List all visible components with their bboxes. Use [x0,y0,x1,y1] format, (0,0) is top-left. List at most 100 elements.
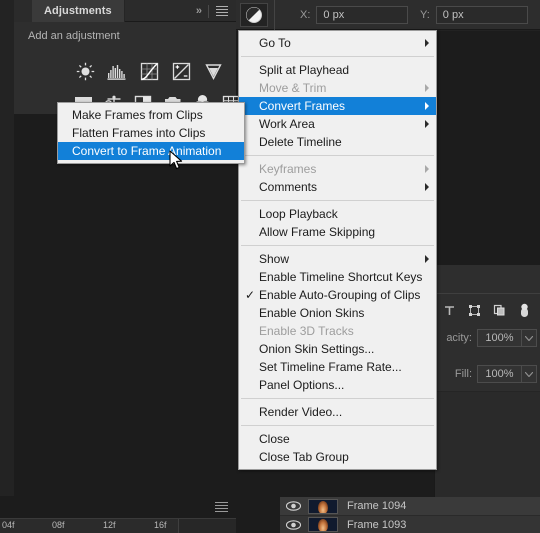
ruler-tick: 04f [2,520,15,530]
brightness-contrast-icon[interactable] [74,60,96,82]
fill-input[interactable]: 100% [477,365,521,383]
menu-item-delete-timeline[interactable]: Delete Timeline [239,133,436,151]
menu-item-label: Go To [259,36,291,50]
timeline-ruler[interactable]: 04f 08f 12f 16f [0,518,236,533]
menu-item-go-to[interactable]: Go To [239,34,436,52]
table-row[interactable]: Frame 1093 [280,515,540,533]
menu-item-label: Close [259,432,290,446]
fill-row: Fill: 100% [435,363,540,385]
table-row[interactable]: Frame 1094 [280,497,540,515]
menu-item-label: Delete Timeline [259,135,342,149]
lock-artboard-icon[interactable] [491,302,507,318]
submenu-arrow-icon [425,255,429,263]
menu-item-work-area[interactable]: Work Area [239,115,436,133]
submenu-arrow-icon [425,120,429,128]
menu-item-onion-skin-settings[interactable]: Onion Skin Settings... [239,340,436,358]
vibrance-icon[interactable] [202,60,224,82]
menu-item-allow-frame-skipping[interactable]: Allow Frame Skipping [239,223,436,241]
adjustments-body: Add an adjustment [14,22,240,496]
curves-icon[interactable] [138,60,160,82]
menu-item-label: Convert to Frame Animation [72,144,222,158]
layer-list: Frame 1094 Frame 1093 [280,497,540,533]
levels-icon[interactable] [106,60,128,82]
mouse-pointer-icon [169,150,185,172]
ruler-tick: 08f [52,520,65,530]
menu-item-enable-3d-tracks: Enable 3D Tracks [239,322,436,340]
tabstrip-controls: » [174,0,236,22]
lock-all-icon[interactable] [516,302,532,318]
checkmark-icon: ✓ [245,288,256,302]
x-coordinate-group: X: 0 px [300,6,409,24]
menu-item-keyframes: Keyframes [239,160,436,178]
menu-item-label: Loop Playback [259,207,338,221]
submenu-item-convert-to-frame-animation[interactable]: Convert to Frame Animation [58,142,244,160]
menu-item-panel-options[interactable]: Panel Options... [239,376,436,394]
menu-item-label: Enable 3D Tracks [259,324,354,338]
layer-name: Frame 1094 [347,500,407,512]
menu-item-label: Panel Options... [259,378,345,392]
submenu-item-flatten-frames-into-clips[interactable]: Flatten Frames into Clips [58,124,244,142]
menu-item-label: Onion Skin Settings... [259,342,375,356]
submenu-arrow-icon [425,84,429,92]
submenu-arrow-icon [425,165,429,173]
menu-item-loop-playback[interactable]: Loop Playback [239,205,436,223]
ruler-tick: 16f [154,520,167,530]
menu-item-enable-timeline-shortcut-keys[interactable]: Enable Timeline Shortcut Keys [239,268,436,286]
tabstrip-left-filler [14,0,32,22]
opacity-dropdown-chevron-down-icon[interactable] [521,329,537,347]
timeline-ruler-tail [178,519,236,533]
menu-separator [241,398,434,399]
menu-item-label: Keyframes [259,162,317,176]
y-input[interactable]: 0 px [435,6,528,24]
convert-frames-submenu[interactable]: Make Frames from Clips Flatten Frames int… [57,102,245,164]
eye-icon[interactable] [280,501,306,511]
menu-item-close-tab-group[interactable]: Close Tab Group [239,448,436,466]
submenu-arrow-icon [425,102,429,110]
layers-lock-row [435,295,540,325]
tab-adjustments[interactable]: Adjustments [32,0,125,22]
menu-item-label: Move & Trim [259,81,327,95]
timeline-context-menu[interactable]: Go To Split at Playhead Move & Trim Convert… [238,30,437,470]
menu-separator [241,245,434,246]
opacity-label: acity: [446,332,472,344]
submenu-item-make-frames-from-clips[interactable]: Make Frames from Clips [58,106,244,124]
eye-icon[interactable] [280,519,306,530]
adjustment-icon-row-1 [74,58,224,84]
menu-separator [241,200,434,201]
menu-item-label: Close Tab Group [259,450,349,464]
x-input[interactable]: 0 px [316,6,409,24]
menu-item-label: Work Area [259,117,315,131]
gradient-tool-icon[interactable] [240,3,268,27]
menu-item-label: Flatten Frames into Clips [72,126,206,140]
menu-item-label: Enable Auto-Grouping of Clips [259,288,421,302]
menu-item-close[interactable]: Close [239,430,436,448]
lock-transparent-pixels-icon[interactable] [441,302,457,318]
ruler-tick: 12f [103,520,116,530]
fill-dropdown-chevron-down-icon[interactable] [521,365,537,383]
menu-item-convert-frames[interactable]: Convert Frames [239,97,436,115]
adjustments-panel: Adjustments » Add an adjustment [14,0,240,496]
chevron-double-right-icon[interactable]: » [196,5,202,17]
options-bar-separator [274,0,275,30]
layer-name: Frame 1093 [347,518,407,531]
menu-item-set-timeline-frame-rate[interactable]: Set Timeline Frame Rate... [239,358,436,376]
layers-panel-divider [435,293,540,294]
submenu-arrow-icon [425,183,429,191]
menu-item-move-trim: Move & Trim [239,79,436,97]
menu-item-comments[interactable]: Comments [239,178,436,196]
panel-menu-icon[interactable] [216,6,228,16]
layer-thumbnail [308,517,338,532]
menu-item-render-video[interactable]: Render Video... [239,403,436,421]
menu-item-enable-auto-grouping-of-clips[interactable]: ✓ Enable Auto-Grouping of Clips [239,286,436,304]
timeline-panel-menu-icon[interactable] [215,502,228,512]
opacity-row: acity: 100% [435,327,540,349]
menu-item-split-at-playhead[interactable]: Split at Playhead [239,61,436,79]
lock-position-icon[interactable] [466,302,482,318]
add-an-adjustment-label: Add an adjustment [28,30,120,42]
y-label: Y: [420,9,430,21]
menu-item-show[interactable]: Show [239,250,436,268]
menu-item-enable-onion-skins[interactable]: Enable Onion Skins [239,304,436,322]
timeline-panel: 04f 08f 12f 16f [0,496,236,533]
opacity-input[interactable]: 100% [477,329,521,347]
exposure-icon[interactable] [170,60,192,82]
